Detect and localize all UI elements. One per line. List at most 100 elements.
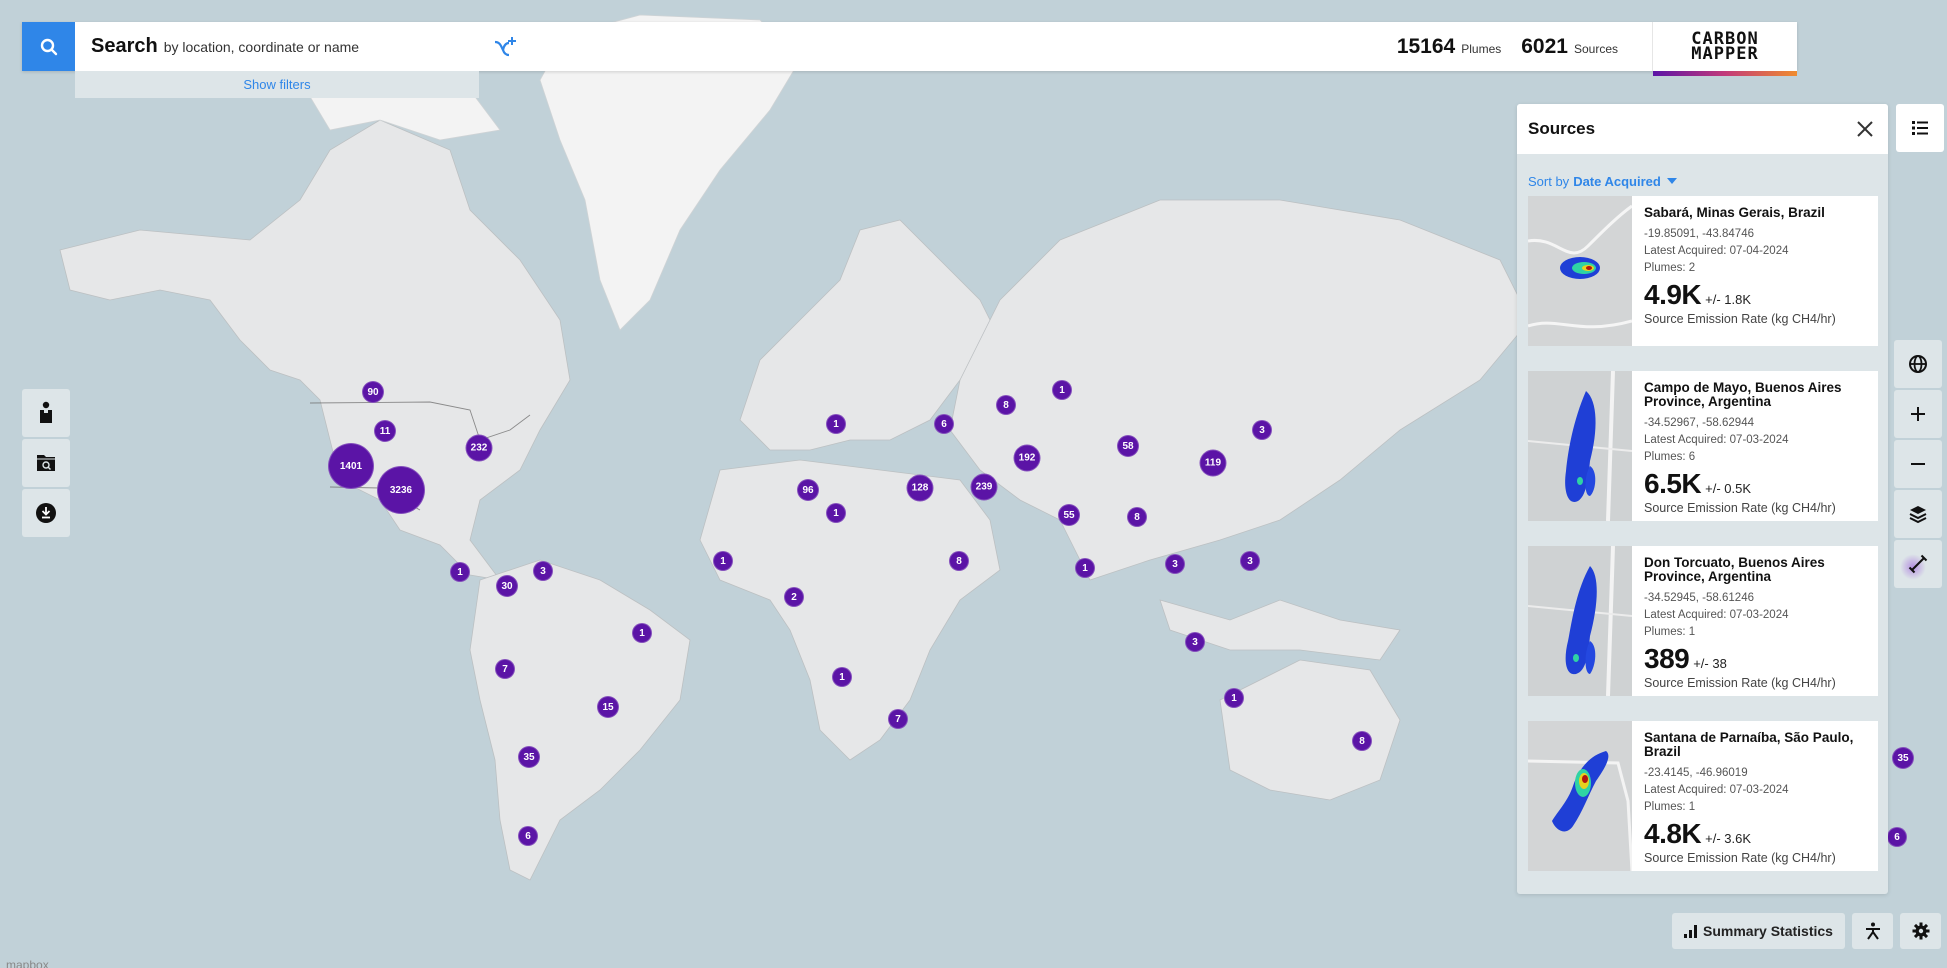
cluster-marker[interactable]: 3: [533, 561, 553, 581]
sources-count: 6021: [1521, 34, 1568, 58]
cluster-marker[interactable]: 3: [1165, 554, 1185, 574]
zoom-in-button[interactable]: [1894, 390, 1942, 438]
cluster-marker[interactable]: 30: [496, 575, 518, 597]
cluster-marker[interactable]: 239: [970, 473, 998, 501]
download-button[interactable]: [22, 489, 70, 537]
download-icon: [36, 503, 56, 523]
cluster-marker[interactable]: 15: [597, 696, 619, 718]
emission-rate-label: Source Emission Rate (kg CH4/hr): [1644, 501, 1836, 515]
search-icon: [40, 38, 57, 55]
cluster-marker[interactable]: 6: [934, 414, 954, 434]
cluster-marker[interactable]: 1: [450, 562, 470, 582]
cluster-marker[interactable]: 58: [1117, 435, 1139, 457]
sort-label: Sort by: [1528, 173, 1570, 189]
source-card[interactable]: Santana de Parnaíba, São Paulo, Brazil -…: [1528, 721, 1878, 871]
accessibility-button[interactable]: [1852, 913, 1893, 949]
cluster-marker[interactable]: 35: [1892, 747, 1914, 769]
summary-statistics-label: Summary Statistics: [1703, 923, 1833, 939]
cluster-marker[interactable]: 1: [713, 551, 733, 571]
sort-value-dropdown[interactable]: Date Acquired: [1573, 174, 1661, 189]
source-list: Sabará, Minas Gerais, Brazil -19.85091, …: [1528, 196, 1878, 894]
search-title: Search: [91, 35, 158, 57]
plus-icon: [1911, 407, 1925, 421]
source-coords: -34.52945, -58.61246: [1644, 592, 1754, 604]
cluster-marker[interactable]: 1: [632, 623, 652, 643]
measure-icon: [1908, 554, 1928, 574]
caret-down-icon[interactable]: [1665, 176, 1679, 186]
cluster-marker[interactable]: 1: [1052, 380, 1072, 400]
search-input[interactable]: Search by location, coordinate or name: [75, 35, 1397, 58]
person-tool-button[interactable]: [22, 389, 70, 437]
cluster-marker[interactable]: 96: [797, 479, 819, 501]
source-name: Sabará, Minas Gerais, Brazil: [1644, 205, 1825, 220]
cluster-marker[interactable]: 6: [518, 826, 538, 846]
source-plumes: Plumes: 6: [1644, 451, 1696, 463]
cluster-marker[interactable]: 90: [362, 381, 384, 403]
sort-control[interactable]: Sort by Date Acquired: [1517, 154, 1888, 194]
cluster-marker[interactable]: 1: [832, 667, 852, 687]
emission-rate-label: Source Emission Rate (kg CH4/hr): [1644, 312, 1836, 326]
cluster-marker[interactable]: 128: [906, 474, 934, 502]
sources-panel-title: Sources: [1528, 119, 1596, 138]
cluster-marker[interactable]: 7: [495, 659, 515, 679]
cluster-marker[interactable]: 11: [374, 420, 396, 442]
cluster-marker[interactable]: 3: [1240, 551, 1260, 571]
source-coords: -19.85091, -43.84746: [1644, 228, 1754, 240]
map-attribution[interactable]: mapbox: [6, 958, 49, 968]
cluster-marker[interactable]: 8: [949, 551, 969, 571]
globe-view-button[interactable]: [1894, 340, 1942, 388]
cluster-marker[interactable]: 119: [1199, 449, 1227, 477]
cluster-marker[interactable]: 1: [826, 503, 846, 523]
close-icon[interactable]: [1854, 118, 1876, 140]
cluster-marker[interactable]: 8: [1352, 731, 1372, 751]
emission-rate: 4.8K: [1644, 818, 1702, 849]
source-acquired: Latest Acquired: 07-04-2024: [1644, 245, 1789, 257]
source-plumes: Plumes: 1: [1644, 801, 1696, 813]
cluster-marker[interactable]: 7: [888, 709, 908, 729]
plumes-label: Plumes: [1461, 41, 1502, 56]
cluster-marker[interactable]: 192: [1013, 444, 1041, 472]
cluster-marker[interactable]: 35: [518, 746, 540, 768]
cluster-marker[interactable]: 6: [1887, 827, 1907, 847]
search-button[interactable]: [22, 22, 75, 71]
settings-button[interactable]: [1900, 913, 1941, 949]
cluster-marker[interactable]: 8: [1127, 507, 1147, 527]
search-bar: Search by location, coordinate or name 1…: [22, 22, 1797, 76]
cluster-marker[interactable]: 1401: [328, 443, 374, 489]
folder-search-button[interactable]: [22, 439, 70, 487]
show-filters-button[interactable]: Show filters: [75, 71, 479, 98]
layers-icon: [1909, 506, 1927, 524]
list-icon: [1912, 121, 1928, 135]
emission-rate: 389: [1644, 643, 1690, 674]
cluster-marker[interactable]: 3236: [377, 466, 425, 514]
cluster-marker[interactable]: 8: [996, 395, 1016, 415]
zoom-out-button[interactable]: [1894, 440, 1942, 488]
globe-icon: [1909, 355, 1927, 373]
list-view-button[interactable]: [1896, 104, 1944, 152]
emission-uncertainty: +/- 1.8K: [1705, 292, 1752, 307]
cluster-marker[interactable]: 2: [784, 587, 804, 607]
cluster-marker[interactable]: 232: [465, 434, 493, 462]
cluster-marker[interactable]: 1: [1224, 688, 1244, 708]
cluster-marker[interactable]: 1: [826, 414, 846, 434]
plume-thumbnail: [1528, 721, 1632, 871]
source-card[interactable]: Sabará, Minas Gerais, Brazil -19.85091, …: [1528, 196, 1878, 346]
route-plus-icon[interactable]: [492, 34, 518, 60]
carbon-mapper-logo[interactable]: CARBON MAPPER: [1652, 22, 1797, 76]
cluster-marker[interactable]: 3: [1185, 632, 1205, 652]
summary-statistics-button[interactable]: Summary Statistics: [1672, 913, 1845, 949]
source-card[interactable]: Campo de Mayo, Buenos Aires Province, Ar…: [1528, 371, 1878, 521]
accessibility-icon: [1865, 922, 1880, 940]
source-coords: -34.52967, -58.62944: [1644, 417, 1754, 429]
sources-panel: Sources Sort by Date Acquired Sabará, Mi…: [1517, 104, 1888, 894]
emission-rate-label: Source Emission Rate (kg CH4/hr): [1644, 676, 1836, 690]
layers-button[interactable]: [1894, 490, 1942, 538]
plume-thumbnail: [1528, 196, 1632, 346]
bar-chart-icon: [1684, 924, 1698, 938]
sources-panel-header: Sources: [1517, 104, 1888, 154]
measure-button[interactable]: [1894, 540, 1942, 588]
cluster-marker[interactable]: 1: [1075, 558, 1095, 578]
source-card[interactable]: Don Torcuato, Buenos Aires Province, Arg…: [1528, 546, 1878, 696]
cluster-marker[interactable]: 3: [1252, 420, 1272, 440]
cluster-marker[interactable]: 55: [1058, 504, 1080, 526]
